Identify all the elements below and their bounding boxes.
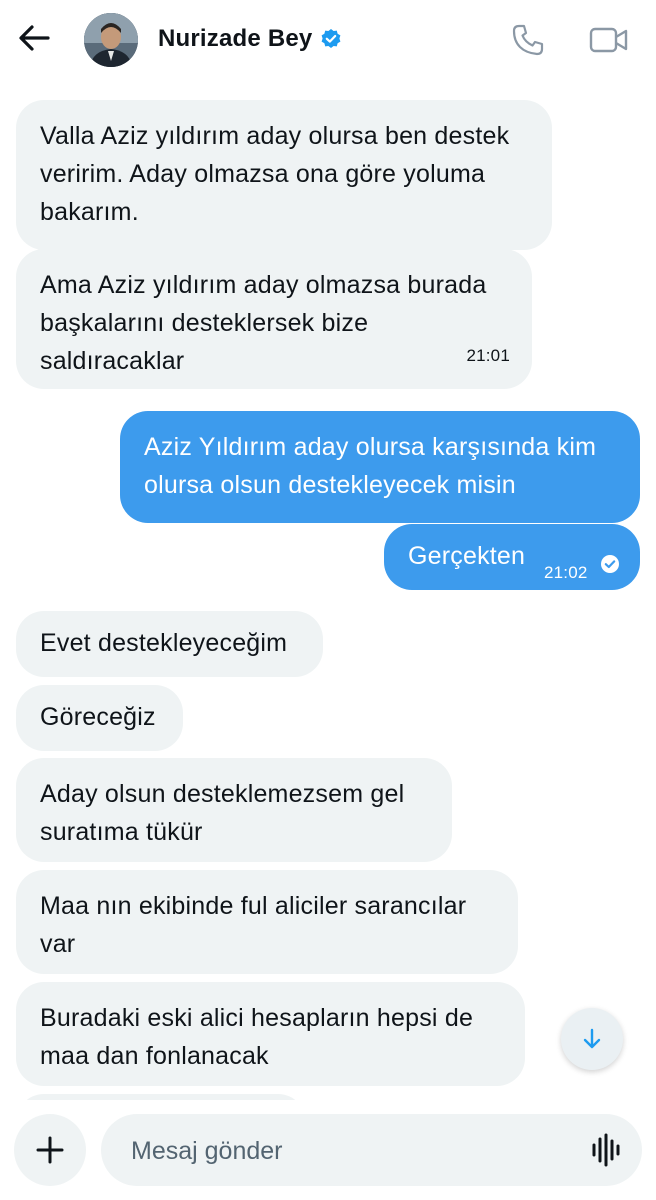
message-input-container: [101, 1114, 642, 1188]
message-text: Valla Aziz yıldırım aday olursa ben dest…: [40, 122, 510, 226]
message-text: Evet destekleyeceğim: [40, 629, 288, 657]
message-incoming[interactable]: Valla Aziz yıldırım aday olursa ben dest…: [16, 100, 552, 250]
contact-name[interactable]: Nurizade Bey: [158, 25, 312, 53]
message-incoming[interactable]: Evet destekleyeceğim: [16, 611, 323, 677]
arrow-down-icon: [583, 1028, 601, 1049]
back-arrow-icon: [19, 25, 50, 51]
message-incoming[interactable]: Maa nın ekibinde ful aliciler sarancılar…: [16, 870, 518, 974]
message-timestamp: 21:01: [466, 346, 510, 365]
voice-waveform-icon: [592, 1133, 620, 1167]
scroll-to-bottom-button[interactable]: [561, 1008, 623, 1070]
message-incoming[interactable]: Göreceğiz: [16, 685, 183, 751]
plus-icon: [36, 1136, 64, 1164]
message-composer: [0, 1100, 656, 1200]
message-text: Aday olsun desteklemezsem gel suratıma t…: [40, 780, 405, 846]
message-input[interactable]: [129, 1114, 573, 1188]
back-button[interactable]: [14, 18, 54, 58]
message-text: Buradaki eski alici hesapların hepsi de …: [40, 1004, 474, 1070]
message-incoming[interactable]: Aday olsun desteklemezsem gel suratıma t…: [16, 758, 452, 862]
message-outgoing[interactable]: Gerçekten 21:02: [384, 524, 640, 590]
voice-message-button[interactable]: [587, 1132, 627, 1168]
phone-icon: [512, 24, 544, 56]
message-text: Göreceğiz: [40, 703, 156, 731]
message-text: Aziz Yıldırım aday olursa karşısında kim…: [144, 433, 597, 499]
add-attachment-button[interactable]: [14, 1114, 86, 1186]
call-button[interactable]: [508, 20, 548, 60]
message-text: Gerçekten: [408, 542, 526, 570]
message-text: Maa nın ekibinde ful aliciler sarancılar…: [40, 892, 467, 958]
message-text: Ama Aziz yıldırım aday olmazsa burada ba…: [40, 271, 487, 375]
verified-badge-icon: [321, 29, 341, 48]
video-camera-icon: [589, 27, 628, 53]
read-receipt-icon: [601, 555, 619, 573]
message-incoming[interactable]: Buradaki eski alici hesapların hepsi de …: [16, 982, 525, 1086]
avatar[interactable]: [84, 13, 138, 67]
video-call-button[interactable]: [586, 20, 632, 60]
message-timestamp: 21:02: [544, 563, 588, 582]
message-outgoing[interactable]: Aziz Yıldırım aday olursa karşısında kim…: [120, 411, 640, 523]
chat-header: Nurizade Bey: [0, 0, 656, 80]
message-incoming[interactable]: Ama Aziz yıldırım aday olmazsa burada ba…: [16, 249, 532, 389]
